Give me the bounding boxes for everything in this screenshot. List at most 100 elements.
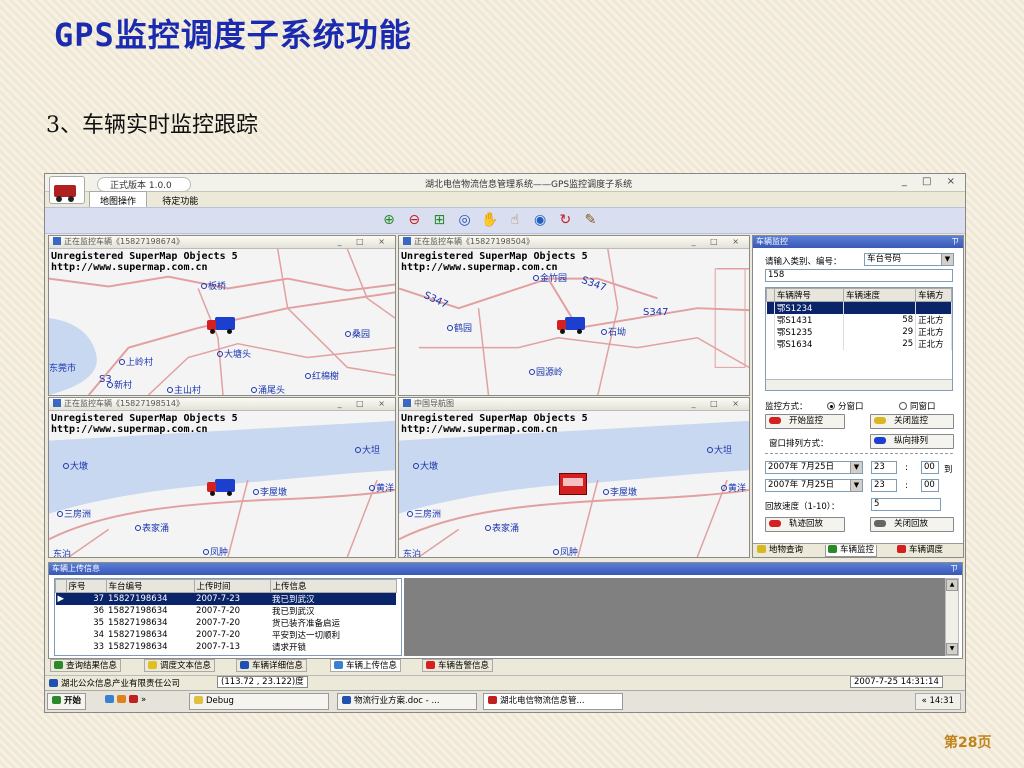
track-replay-button[interactable]: 轨迹回放 (765, 517, 845, 532)
chevron-down-icon[interactable]: ▼ (850, 480, 862, 491)
zoom-window-icon[interactable]: ⊞ (429, 210, 449, 230)
radio-icon[interactable] (899, 402, 907, 410)
table-row[interactable]: 鄂S1634 25 正北方 (766, 338, 952, 350)
more-icon[interactable]: » (141, 695, 146, 705)
mode-split-radio[interactable]: 分窗口 (827, 400, 864, 412)
vehicle-icon[interactable] (207, 317, 235, 334)
plate-cell: 鄂S1235 (774, 326, 844, 338)
close-replay-button[interactable]: 关闭回放 (870, 517, 954, 532)
chevron-down-icon[interactable]: ▼ (941, 254, 953, 265)
pan-hand-icon[interactable]: ✋ (480, 210, 500, 230)
end-date-picker[interactable]: 2007年 7月25日 ▼ (765, 479, 863, 492)
select-hand-icon[interactable]: ☝ (505, 210, 525, 230)
place-label: 凤肿 (203, 545, 228, 557)
taskbar-item-app[interactable]: 湖北电信物流信息管... (483, 693, 623, 710)
scroll-up-icon[interactable]: ▲ (946, 579, 958, 591)
start-minute-field[interactable]: 00 (921, 461, 939, 474)
start-button[interactable]: 开始 (47, 693, 87, 710)
table-row[interactable]: 鄂S1235 29 正北方 (766, 326, 952, 338)
place-label: 涌尾头 (251, 383, 285, 395)
end-hour-field[interactable]: 23 (871, 479, 897, 492)
close-monitor-button[interactable]: 关闭监控 (870, 414, 954, 429)
table-row[interactable]: 33 15827198634 2007-7-13 请求开锁 (56, 641, 397, 653)
app-icon[interactable] (129, 695, 138, 703)
chevron-down-icon[interactable]: ▼ (850, 462, 862, 473)
mode-same-radio[interactable]: 同窗口 (899, 400, 936, 412)
direction-cell: 正北方 (915, 326, 952, 338)
column-header[interactable]: 车辆速度 (842, 288, 917, 302)
map-window-controls[interactable]: _ □ × (692, 398, 745, 410)
time-colon: : (905, 481, 908, 491)
column-header[interactable]: 车台编号 (105, 579, 195, 593)
map-window-4[interactable]: 中国导航图 _ □ × Unregistered SuperMap Objects… (398, 397, 750, 558)
table-row[interactable]: 36 15827198634 2007-7-20 我已到武汉 (56, 605, 397, 617)
replay-speed-input[interactable]: 5 (871, 498, 941, 511)
table-row[interactable]: 34 15827198634 2007-7-20 平安到达一切顺利 (56, 629, 397, 641)
map-window-1[interactable]: 正在监控车辆《15827198674》 _ □ × Unregistered Su… (48, 235, 396, 396)
horizontal-scrollbar[interactable] (766, 379, 952, 390)
category-select[interactable]: 车台号码 ▼ (864, 253, 954, 266)
measure-icon[interactable]: ✎ (581, 210, 601, 230)
tab-dispatch-text[interactable]: 调度文本信息 (144, 659, 216, 672)
start-date-picker[interactable]: 2007年 7月25日 ▼ (765, 461, 863, 474)
plate-cell: 鄂S1431 (774, 314, 844, 326)
arrange-vertical-button[interactable]: 纵向排列 (870, 434, 954, 449)
menu-tabs: 地图操作 待定功能 (89, 191, 210, 209)
search-input[interactable]: 158 (765, 269, 953, 282)
table-row[interactable]: 鄂S1431 58 正北方 (766, 314, 952, 326)
start-hour-field[interactable]: 23 (871, 461, 897, 474)
vertical-scrollbar[interactable]: ▲ ▼ (945, 578, 959, 656)
pin-icon[interactable]: ㄗ (950, 563, 958, 575)
radio-icon[interactable] (827, 402, 835, 410)
tab-vehicle-dispatch[interactable]: 车辆调度 (895, 545, 945, 557)
slide-title: GPS监控调度子系统功能 (54, 16, 412, 54)
truck-marker-icon[interactable] (559, 473, 587, 495)
map-window-controls[interactable]: _ □ × (692, 236, 745, 248)
vehicle-icon[interactable] (207, 479, 235, 496)
media-icon[interactable] (117, 695, 126, 703)
tab-feature-query[interactable]: 地物查询 (755, 545, 805, 557)
map-window-2[interactable]: 正在监控车辆《15827198504》 _ □ × Unregistered Su… (398, 235, 750, 396)
pin-icon[interactable]: ㄗ (951, 236, 959, 248)
table-row[interactable]: ▶ 37 15827198634 2007-7-23 我已到武汉 (55, 592, 397, 605)
tab-vehicle-monitor[interactable]: 车辆监控 (825, 545, 878, 557)
tab-vehicle-upload[interactable]: 车辆上传信息 (330, 659, 402, 672)
zoom-in-icon[interactable]: ⊕ (379, 210, 399, 230)
road-label: S347 (643, 307, 669, 318)
map-window-controls[interactable]: _ □ × (338, 398, 391, 410)
zoom-out-icon[interactable]: ⊖ (404, 210, 424, 230)
globe-icon[interactable]: ◉ (530, 210, 550, 230)
column-header[interactable]: 序号 (65, 579, 107, 593)
time-colon: : (905, 463, 908, 473)
start-monitor-button[interactable]: 开始监控 (765, 414, 845, 429)
column-header[interactable]: 车辆方 (915, 288, 952, 302)
system-tray[interactable]: « 14:31 (914, 693, 961, 710)
map-window-controls[interactable]: _ □ × (338, 236, 391, 248)
column-header[interactable]: 上传时间 (193, 579, 271, 593)
column-header[interactable]: 车辆牌号 (773, 288, 844, 302)
table-row[interactable]: 35 15827198634 2007-7-20 货已装齐准备启运 (56, 617, 397, 629)
version-label: 正式版本 1.0.0 (97, 177, 191, 192)
refresh-icon[interactable]: ↻ (555, 210, 575, 230)
tab-query-results[interactable]: 查询结果信息 (50, 659, 122, 672)
vehicle-table[interactable]: 车辆牌号 车辆速度 车辆方 鄂S1234 鄂S1431 58 正北方 鄂S1235 29 正… (765, 287, 953, 391)
search-input-value: 158 (768, 270, 785, 280)
scroll-down-icon[interactable]: ▼ (946, 643, 958, 655)
end-minute-field[interactable]: 00 (921, 479, 939, 492)
tab-vehicle-alarm[interactable]: 车辆告警信息 (422, 659, 494, 672)
car-icon (897, 545, 906, 553)
window-controls[interactable]: _ □ × (902, 176, 961, 187)
taskbar-item-debug[interactable]: Debug (189, 693, 329, 710)
tab-vehicle-details[interactable]: 车辆详细信息 (236, 659, 308, 672)
taskbar-item-doc[interactable]: 物流行业方案.doc - ... (337, 693, 477, 710)
column-header[interactable]: 上传信息 (269, 579, 397, 593)
map-window-3[interactable]: 正在监控车辆《15827198514》 _ □ × Unregistered Su… (48, 397, 396, 558)
full-map-icon[interactable]: ◎ (455, 210, 475, 230)
ie-icon[interactable] (105, 695, 114, 703)
vehicle-icon[interactable] (557, 317, 585, 334)
quicklaunch-icons[interactable]: » (101, 693, 150, 710)
upload-table[interactable]: 序号 车台编号 上传时间 上传信息 ▶ 37 15827198634 2007-7-23 我已… (54, 578, 402, 656)
table-row[interactable]: 鄂S1234 (766, 301, 952, 314)
place-label: 凤肿 (553, 545, 578, 557)
car-icon (240, 661, 249, 669)
